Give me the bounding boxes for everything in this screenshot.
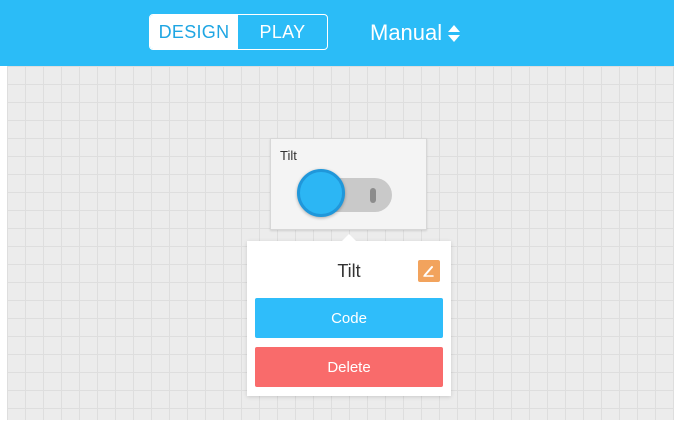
mode-select-value: Manual <box>370 20 443 45</box>
toggle-switch-knob[interactable] <box>297 169 345 217</box>
pencil-icon <box>423 266 434 277</box>
tab-play[interactable]: PLAY <box>238 15 327 49</box>
tab-design[interactable]: DESIGN <box>150 15 238 49</box>
code-button[interactable]: Code <box>255 298 443 338</box>
sort-arrows-icon <box>448 24 461 42</box>
mode-tabs: DESIGN PLAY <box>149 14 328 50</box>
delete-button[interactable]: Delete <box>255 347 443 387</box>
top-bar: DESIGN PLAY Manual <box>0 0 674 66</box>
switch-off-indicator <box>370 188 376 203</box>
popover-caret <box>342 234 356 241</box>
edit-button[interactable] <box>418 260 440 282</box>
mode-select[interactable]: Manual <box>370 18 461 48</box>
widget-popover: Tilt Code Delete <box>247 234 451 396</box>
tilt-widget[interactable]: Tilt <box>270 138 427 230</box>
widget-label: Tilt <box>280 148 297 163</box>
